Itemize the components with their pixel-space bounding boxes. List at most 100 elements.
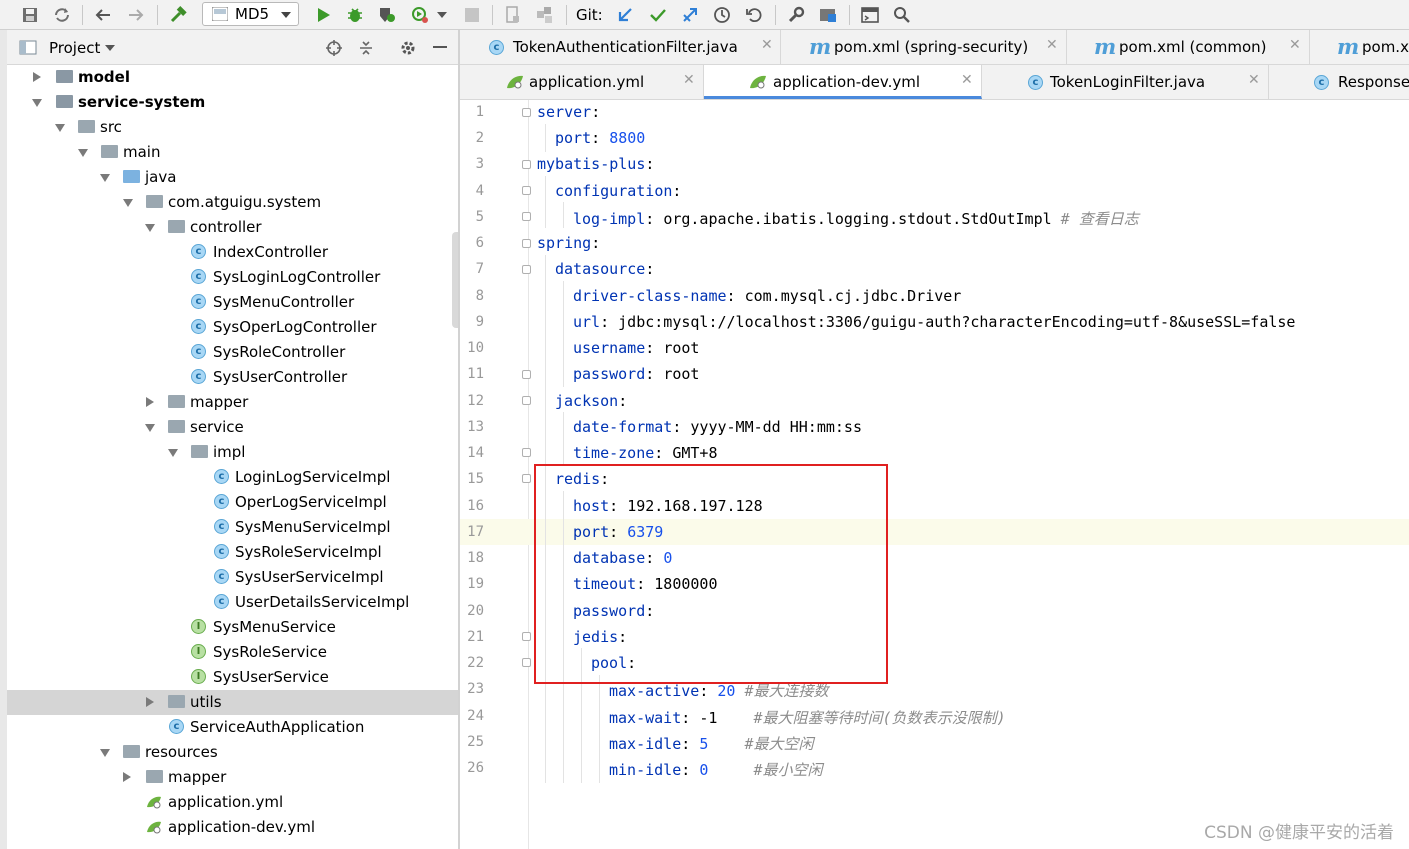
run-icon[interactable] xyxy=(313,4,333,26)
close-icon[interactable]: ✕ xyxy=(761,37,773,53)
close-icon[interactable]: ✕ xyxy=(1248,72,1260,88)
fold-marker[interactable] xyxy=(522,212,531,221)
chevron-down-icon[interactable] xyxy=(100,749,110,757)
minimize-icon[interactable] xyxy=(433,46,447,49)
run-configuration-select[interactable]: MD5 xyxy=(202,2,299,26)
rollback-icon[interactable] xyxy=(744,4,764,26)
chevron-down-icon[interactable] xyxy=(168,449,178,457)
tree-item-class[interactable]: c OperLogServiceImpl xyxy=(7,490,458,515)
project-panel-title[interactable]: Project xyxy=(49,39,100,57)
fold-marker[interactable] xyxy=(522,370,531,379)
chevron-down-icon[interactable] xyxy=(436,4,448,26)
chevron-right-icon[interactable] xyxy=(146,397,154,407)
chevron-down-icon[interactable] xyxy=(78,149,88,157)
close-icon[interactable]: ✕ xyxy=(683,72,695,88)
tree-item-interface[interactable]: I SysMenuService xyxy=(7,615,458,640)
settings-wrench-icon[interactable] xyxy=(786,4,806,26)
tree-item-src[interactable]: src xyxy=(7,115,458,140)
fold-marker[interactable] xyxy=(522,448,531,457)
chevron-down-icon[interactable] xyxy=(55,124,65,132)
tree-item-mapper[interactable]: mapper xyxy=(7,765,458,790)
git-push-icon[interactable] xyxy=(680,4,700,26)
tree-item-service[interactable]: service xyxy=(7,415,458,440)
fold-marker[interactable] xyxy=(522,265,531,274)
coverage-icon[interactable] xyxy=(377,4,397,26)
fold-marker[interactable] xyxy=(522,396,531,405)
chevron-right-icon[interactable] xyxy=(146,697,154,707)
tree-item-class[interactable]: c SysUserServiceImpl xyxy=(7,565,458,590)
close-icon[interactable]: ✕ xyxy=(1289,37,1301,53)
fold-marker[interactable] xyxy=(522,239,531,248)
chevron-right-icon[interactable] xyxy=(33,72,41,82)
close-icon[interactable]: ✕ xyxy=(1046,37,1058,53)
tree-item-class[interactable]: c SysMenuServiceImpl xyxy=(7,515,458,540)
profile-icon[interactable] xyxy=(410,4,430,26)
chevron-down-icon[interactable] xyxy=(145,224,155,232)
chevron-down-icon[interactable] xyxy=(32,99,42,107)
tree-item-interface[interactable]: I SysUserService xyxy=(7,665,458,690)
debug-bug-icon[interactable] xyxy=(345,4,365,26)
chevron-down-icon[interactable] xyxy=(123,199,133,207)
locate-target-icon[interactable] xyxy=(325,39,343,57)
gear-icon[interactable] xyxy=(399,39,417,57)
tree-item-package[interactable]: com.atguigu.system xyxy=(7,190,458,215)
terminal-window-icon[interactable] xyxy=(860,4,880,26)
tab-application-dev-yml[interactable]: application-dev.yml ✕ xyxy=(704,65,982,99)
project-structure-icon[interactable] xyxy=(818,4,838,26)
tab-token-authentication-filter[interactable]: c TokenAuthenticationFilter.java ✕ xyxy=(460,30,781,64)
back-arrow-icon[interactable] xyxy=(93,4,113,26)
tree-item-utils[interactable]: utils xyxy=(7,690,458,715)
fold-marker[interactable] xyxy=(522,186,531,195)
tab-token-login-filter[interactable]: c TokenLoginFilter.java ✕ xyxy=(982,65,1269,99)
tab-pom-spring-security[interactable]: m pom.xml (spring-security) ✕ xyxy=(781,30,1067,64)
tree-item-impl[interactable]: impl xyxy=(7,440,458,465)
git-update-icon[interactable] xyxy=(615,4,635,26)
tree-item-java[interactable]: java xyxy=(7,165,458,190)
tree-item-mapper[interactable]: mapper xyxy=(7,390,458,415)
tree-item-yml[interactable]: application.yml xyxy=(7,790,458,815)
fold-marker[interactable] xyxy=(522,108,531,117)
tree-item-resources[interactable]: resources xyxy=(7,740,458,765)
tree-item-model[interactable]: model xyxy=(7,65,458,90)
search-icon[interactable] xyxy=(892,4,912,26)
fold-marker[interactable] xyxy=(522,474,531,483)
tree-item-controller[interactable]: controller xyxy=(7,215,458,240)
tree-item-class[interactable]: c SysUserController xyxy=(7,365,458,390)
git-commit-check-icon[interactable] xyxy=(648,4,668,26)
chevron-down-icon[interactable] xyxy=(145,424,155,432)
tree-item-class[interactable]: c LoginLogServiceImpl xyxy=(7,465,458,490)
chevron-down-icon[interactable] xyxy=(100,174,110,182)
tree-item-class[interactable]: c IndexController xyxy=(7,240,458,265)
build-hammer-icon[interactable] xyxy=(168,4,188,26)
stop-icon[interactable] xyxy=(462,4,482,26)
structure-icon[interactable] xyxy=(535,4,555,26)
fold-marker[interactable] xyxy=(522,632,531,641)
tree-item-class[interactable]: c SysLoginLogController xyxy=(7,265,458,290)
tree-item-main[interactable]: main xyxy=(7,140,458,165)
close-icon[interactable]: ✕ xyxy=(961,72,973,88)
tree-item-class[interactable]: c SysMenuController xyxy=(7,290,458,315)
save-icon[interactable] xyxy=(20,4,40,26)
forward-arrow-icon[interactable] xyxy=(126,4,146,26)
fold-marker[interactable] xyxy=(522,658,531,667)
history-clock-icon[interactable] xyxy=(712,4,732,26)
tree-item-class[interactable]: c SysRoleServiceImpl xyxy=(7,540,458,565)
tab-pom-common[interactable]: m pom.xml (common) ✕ xyxy=(1067,30,1310,64)
fold-marker[interactable] xyxy=(522,160,531,169)
chevron-down-icon[interactable] xyxy=(105,45,115,51)
tab-application-yml[interactable]: application.yml ✕ xyxy=(460,65,704,99)
tab-label: pom.xml (spring-security) xyxy=(834,38,1029,56)
tree-item-class[interactable]: c SysOperLogController xyxy=(7,315,458,340)
tab-pom-other[interactable]: m pom.x xyxy=(1310,30,1409,64)
tab-response[interactable]: c Response xyxy=(1269,65,1409,99)
tree-item-class[interactable]: c SysRoleController xyxy=(7,340,458,365)
tree-item-class[interactable]: c UserDetailsServiceImpl xyxy=(7,590,458,615)
attach-icon[interactable] xyxy=(503,4,523,26)
sync-icon[interactable] xyxy=(52,4,72,26)
chevron-right-icon[interactable] xyxy=(123,772,131,782)
tree-item-application-class[interactable]: c ServiceAuthApplication xyxy=(7,715,458,740)
collapse-all-icon[interactable] xyxy=(358,39,374,57)
tree-item-interface[interactable]: I SysRoleService xyxy=(7,640,458,665)
tree-item-service-system[interactable]: service-system xyxy=(7,90,458,115)
tree-item-yml[interactable]: application-dev.yml xyxy=(7,815,458,840)
